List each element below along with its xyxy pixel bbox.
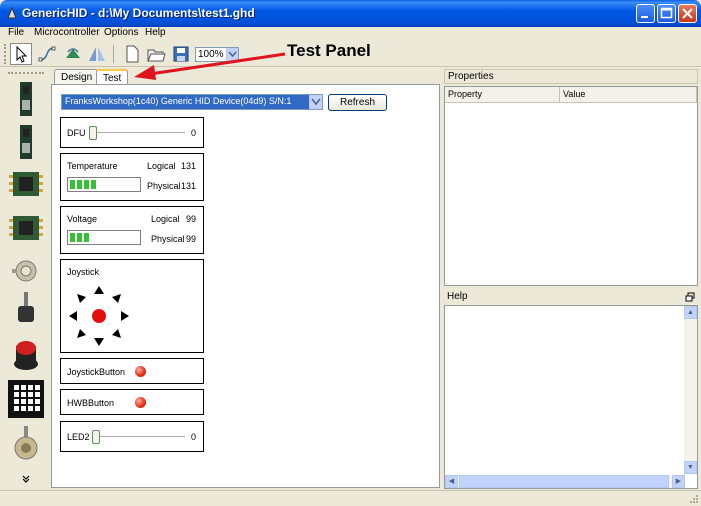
scroll-down-button[interactable]: ▼	[684, 461, 697, 474]
voltage-logical-value: 99	[185, 214, 196, 224]
menu-bar: File Microcontroller Options Help	[0, 27, 701, 41]
rotate-icon	[66, 48, 80, 58]
properties-grid: Property Value	[444, 86, 698, 286]
properties-header: Properties	[444, 69, 698, 84]
wire-icon	[38, 46, 56, 62]
scroll-up-button[interactable]: ▲	[684, 306, 697, 319]
window-title: GenericHID - d:\My Documents\test1.ghd	[22, 6, 255, 20]
hwb-button-led	[135, 397, 146, 408]
value-column-header[interactable]: Value	[560, 87, 697, 103]
annotation-label: Test Panel	[287, 41, 371, 60]
device-select[interactable]: FranksWorkshop(1c40) Generic HID Device(…	[61, 94, 323, 110]
temperature-progress-bar	[67, 177, 141, 192]
chevron-down-icon	[311, 98, 321, 106]
temperature-logical-value: 131	[180, 161, 196, 171]
temperature-physical-value: 131	[180, 181, 196, 191]
menu-file[interactable]: File	[8, 27, 24, 38]
led2-value: 0	[190, 432, 196, 442]
title-bar: GenericHID - d:\My Documents\test1.ghd	[0, 0, 701, 27]
joystick-button-led	[135, 366, 146, 377]
temperature-label: Temperature	[67, 161, 118, 171]
status-bar	[0, 490, 701, 506]
properties-title: Properties	[448, 71, 494, 82]
joystick-position-dot	[92, 309, 106, 323]
horizontal-scroll-thumb[interactable]	[459, 475, 669, 488]
voltage-widget: Voltage Logical 99 Physical 99	[60, 206, 204, 254]
dfu-label: DFU	[67, 128, 86, 138]
component-palette	[2, 68, 50, 488]
voltage-physical-value: 99	[185, 234, 196, 244]
tab-design[interactable]: Design	[54, 69, 100, 85]
help-header: Help	[444, 290, 698, 305]
joystick-graphic[interactable]	[67, 284, 131, 348]
potentiometer-icon[interactable]	[8, 256, 44, 286]
joystick-button-widget: JoystickButton	[60, 358, 204, 384]
dfu-widget: DFU 0	[60, 117, 204, 148]
minimize-icon	[641, 16, 648, 18]
menu-microcontroller[interactable]: Microcontroller	[34, 27, 100, 38]
toolbar-separator	[113, 45, 114, 63]
scroll-left-button[interactable]: ◀	[445, 475, 458, 488]
help-content: ▲ ▼ ◀ ▶	[444, 305, 698, 489]
more-chevron-icon[interactable]	[8, 474, 44, 484]
flip-button[interactable]	[86, 43, 108, 65]
temperature-logical-label: Logical	[147, 161, 176, 171]
expansion-board-icon[interactable]	[8, 166, 44, 202]
expansion-board-2-icon[interactable]	[8, 210, 44, 246]
refresh-button[interactable]: Refresh	[328, 94, 387, 111]
annotation-arrow	[134, 52, 286, 80]
palette-grip[interactable]	[8, 72, 44, 74]
undock-icon[interactable]	[685, 292, 695, 302]
led2-slider[interactable]	[92, 430, 100, 444]
close-icon	[682, 8, 693, 19]
joystick-label: Joystick	[67, 267, 100, 277]
dfu-slider[interactable]	[89, 126, 97, 140]
menu-options[interactable]: Options	[104, 27, 138, 38]
hwb-button-widget: HWBButton	[60, 389, 204, 415]
help-horizontal-scrollbar[interactable]: ◀ ▶	[445, 475, 685, 488]
led2-widget: LED2 0	[60, 421, 204, 452]
toolbar-grip[interactable]	[4, 44, 7, 64]
voltage-label: Voltage	[67, 214, 98, 224]
test-panel: FranksWorkshop(1c40) Generic HID Device(…	[51, 84, 440, 488]
flip-icon	[89, 47, 105, 61]
device-dropdown-arrow[interactable]	[309, 95, 322, 109]
hwb-button-label: HWBButton	[67, 398, 115, 408]
dfu-value: 0	[190, 128, 196, 138]
menu-help[interactable]: Help	[145, 27, 166, 38]
push-button-icon[interactable]	[8, 336, 44, 374]
joystick-button-label: JoystickButton	[67, 367, 126, 377]
led2-label: LED2	[67, 432, 90, 442]
rotate-button[interactable]	[62, 43, 84, 65]
joystick-widget: Joystick	[60, 259, 204, 353]
led2-slider-track	[93, 436, 185, 438]
close-button[interactable]	[678, 4, 697, 23]
scroll-right-button[interactable]: ▶	[672, 475, 685, 488]
maximize-icon	[660, 7, 673, 19]
voltage-logical-label: Logical	[151, 214, 180, 224]
pointer-tool-button[interactable]	[10, 43, 32, 65]
microcontroller-board-2-icon[interactable]	[8, 123, 44, 161]
app-icon	[7, 6, 17, 19]
temperature-physical-label: Physical	[147, 181, 181, 191]
keypad-icon[interactable]	[8, 380, 44, 418]
rotary-switch-icon[interactable]	[8, 424, 44, 464]
temperature-widget: Temperature Logical 131 Physical 131	[60, 153, 204, 201]
voltage-physical-label: Physical	[151, 234, 185, 244]
help-title: Help	[447, 291, 468, 302]
minimize-button[interactable]	[636, 4, 655, 23]
wire-tool-button[interactable]	[36, 43, 58, 65]
rotary-encoder-icon[interactable]	[8, 290, 44, 326]
device-value: FranksWorkshop(1c40) Generic HID Device(…	[65, 96, 292, 106]
property-column-header[interactable]: Property	[445, 87, 560, 103]
dfu-slider-track	[91, 132, 185, 134]
microcontroller-board-icon[interactable]	[8, 80, 44, 118]
help-vertical-scrollbar[interactable]: ▲ ▼	[684, 306, 697, 474]
maximize-button[interactable]	[657, 4, 676, 23]
resize-grip-icon[interactable]	[687, 494, 699, 506]
pointer-icon	[16, 45, 28, 63]
voltage-progress-bar	[67, 230, 141, 245]
